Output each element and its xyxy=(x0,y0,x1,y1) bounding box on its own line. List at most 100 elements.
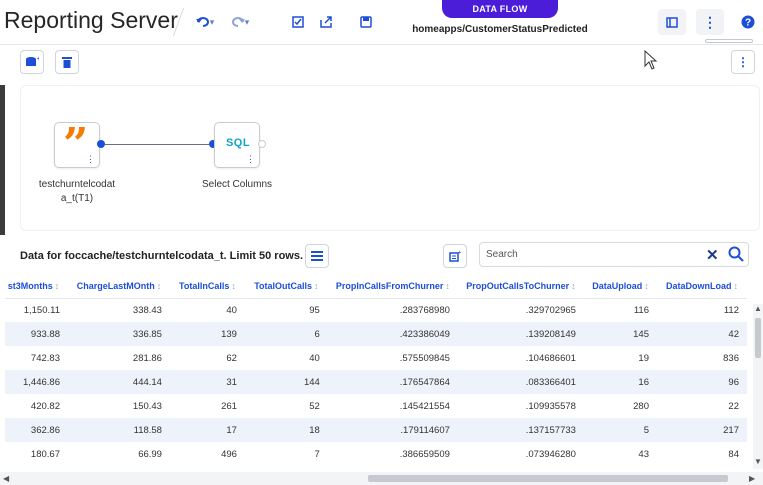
table-cell: 112 xyxy=(723,304,739,316)
table-cell: 40 xyxy=(309,352,320,364)
sort-icon[interactable]: ↕ xyxy=(734,281,739,291)
output-port[interactable] xyxy=(258,140,266,148)
scroll-thumb[interactable] xyxy=(755,318,761,358)
scroll-up-icon[interactable]: ▲ xyxy=(754,304,762,313)
table-cell: 261 xyxy=(221,400,237,412)
table-cell: .423386049 xyxy=(327,322,458,346)
table-row[interactable]: 362.86 118.58 17 18.179114607.137157733 5 217 xyxy=(5,418,747,442)
table-cell: 150.43 xyxy=(132,400,162,412)
sort-icon[interactable]: ↕ xyxy=(157,281,162,291)
top-bar: Reporting Server ▾ ▾ DATA FLOW homeapps/… xyxy=(0,0,763,45)
svg-text:+: + xyxy=(458,250,461,256)
table-cell: .083366401 xyxy=(457,370,584,394)
column-header[interactable]: PropOutCallsToChurner ↕ xyxy=(457,274,584,299)
table-row[interactable]: 420.82 150.43 261 52 .145421554 .109935578 280… xyxy=(5,394,747,418)
output-port[interactable] xyxy=(97,140,105,148)
scroll-down-icon[interactable]: ▼ xyxy=(754,457,762,466)
table-cell: .145421554 xyxy=(399,400,450,412)
table-cell: 336.85 xyxy=(67,322,170,346)
column-header[interactable]: TotalInCalls ↕ xyxy=(169,274,245,299)
add-source-button[interactable]: + xyxy=(20,50,44,74)
select-columns-node[interactable]: SQL ⋮ xyxy=(214,122,260,168)
table-row[interactable]: 933.88 336.85 139 6.423386049.139208149 145 4… xyxy=(5,322,747,346)
data-settings-icon: + xyxy=(449,250,461,262)
table-cell: .575509845 xyxy=(399,352,450,364)
source-node[interactable]: ” ⋮ xyxy=(54,122,100,168)
redo-button[interactable]: ▾ xyxy=(225,13,255,31)
help-button[interactable]: ? xyxy=(734,9,762,35)
data-grid[interactable]: st3Months ↕ ChargeLastMOnth ↕ TotalInCalls… xyxy=(5,274,753,470)
window-edge xyxy=(0,85,5,235)
table-cell: 5 xyxy=(583,418,657,442)
canvas-more-button[interactable]: ⋮ xyxy=(731,50,755,74)
table-row[interactable]: 180.67 66.99 496 7 .386659509 .073946280 43 84 xyxy=(5,442,747,466)
scroll-thumb[interactable] xyxy=(368,475,728,482)
column-header[interactable]: ChargeLastMOnth ↕ xyxy=(67,274,170,299)
table-cell: 933.88 xyxy=(5,322,68,346)
table-cell: 116 xyxy=(633,304,649,316)
node-more-icon[interactable]: ⋮ xyxy=(246,154,255,165)
panel-icon xyxy=(666,16,678,28)
column-header[interactable]: DataUpload ↕ xyxy=(583,274,657,299)
table-cell: 1,150.11 xyxy=(23,304,60,316)
column-header[interactable]: PropInCallsFromChurner ↕ xyxy=(327,274,458,299)
quote-icon: ” xyxy=(63,119,89,170)
scroll-right-icon[interactable]: ▶ xyxy=(749,474,755,483)
delete-button[interactable] xyxy=(55,50,79,74)
column-header[interactable]: st3Months ↕ xyxy=(5,274,68,299)
sort-icon[interactable]: ↕ xyxy=(571,281,576,291)
clear-icon[interactable]: ✕ xyxy=(706,246,719,264)
search-input[interactable]: Search ✕ xyxy=(479,242,749,267)
save-button[interactable] xyxy=(358,13,374,31)
search-icon[interactable] xyxy=(728,246,744,262)
help-icon: ? xyxy=(741,15,755,29)
table-row[interactable]: 1,446.86 444.14 31 144.176547864.083366401 1… xyxy=(5,370,747,394)
flow-canvas[interactable]: ” ⋮ SQL ⋮ testchurntelcodat a_t(T1) Sele… xyxy=(20,85,760,231)
column-header[interactable]: DataDownLoad ↕ xyxy=(656,274,747,299)
table-cell: 420.82 xyxy=(30,400,60,412)
list-view-button[interactable] xyxy=(305,244,329,268)
sort-icon[interactable]: ↕ xyxy=(314,281,319,291)
table-row[interactable]: 1,150.11 338.43 40 95 .283768980 .329702965 11… xyxy=(5,298,747,322)
table-cell: 62 xyxy=(226,352,237,364)
table-cell: 280 xyxy=(633,400,649,412)
select-columns-label: Select Columns xyxy=(201,179,273,190)
vertical-scrollbar[interactable]: ▲ ▼ xyxy=(753,304,763,469)
table-cell: .073946280 xyxy=(525,448,576,460)
node-label-line: testchurntelcodat xyxy=(38,179,116,190)
table-cell: 496 xyxy=(221,448,237,460)
save-icon xyxy=(360,16,372,28)
source-node-label: testchurntelcodat a_t(T1) xyxy=(21,178,133,206)
scroll-left-icon[interactable]: ◀ xyxy=(3,474,9,483)
data-table: st3Months ↕ ChargeLastMOnth ↕ TotalInCalls… xyxy=(5,274,747,466)
more-menu-button[interactable]: ⋮ xyxy=(696,9,724,35)
flow-path: homeapps/CustomerStatusPredicted xyxy=(412,24,588,35)
export-button[interactable] xyxy=(318,13,334,31)
column-header-label: PropOutCallsToChurner xyxy=(466,280,570,291)
more-vertical-icon: ⋮ xyxy=(703,13,717,30)
sort-icon[interactable]: ↕ xyxy=(644,281,649,291)
list-icon xyxy=(311,251,323,261)
layout-toggle-button[interactable] xyxy=(658,9,686,35)
table-cell: 95 xyxy=(309,304,320,316)
table-cell: .179114607 xyxy=(327,418,458,442)
mouse-cursor-icon xyxy=(644,50,658,70)
table-cell: .104686601 xyxy=(525,352,576,364)
validate-button[interactable] xyxy=(290,13,306,31)
sort-icon[interactable]: ↕ xyxy=(445,281,450,291)
data-settings-button[interactable]: + xyxy=(443,244,467,268)
sort-icon[interactable]: ↕ xyxy=(55,281,60,291)
svg-text:+: + xyxy=(37,56,39,63)
table-cell: .283768980 xyxy=(399,304,450,316)
data-panel-title: Data for foccache/testchurntelcodata_t. … xyxy=(20,250,304,262)
table-cell: 281.86 xyxy=(132,352,162,364)
node-more-icon[interactable]: ⋮ xyxy=(86,154,95,165)
sort-icon[interactable]: ↕ xyxy=(231,281,236,291)
export-icon xyxy=(320,16,332,28)
table-row[interactable]: 742.83 281.86 62 40 .575509845 .104686601 19 83… xyxy=(5,346,747,370)
horizontal-scrollbar[interactable]: ◀ ▶ xyxy=(0,472,763,485)
column-header[interactable]: TotalOutCalls ↕ xyxy=(244,274,328,299)
undo-button[interactable]: ▾ xyxy=(190,13,220,31)
table-cell: 18 xyxy=(244,418,328,442)
table-cell: 42 xyxy=(656,322,747,346)
